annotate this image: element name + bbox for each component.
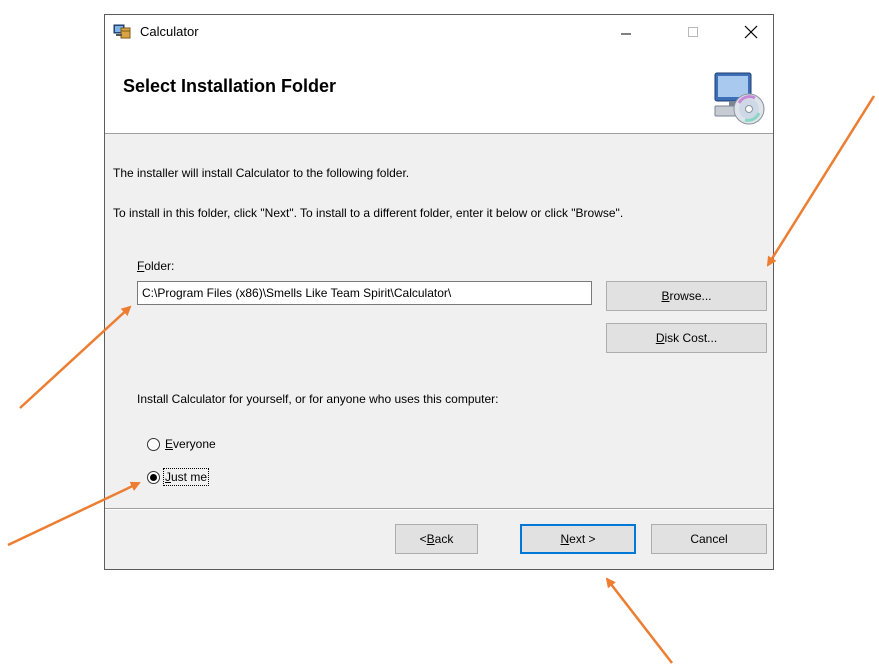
cancel-button[interactable]: Cancel [651,524,767,554]
radio-just-me[interactable]: Just me [147,468,210,486]
installer-app-icon [113,24,131,39]
installer-dialog: Calculator Select Installation Folder Th… [104,14,774,570]
disk-cost-button[interactable]: Disk Cost... [606,323,767,353]
annotation-arrow-browse [766,95,876,267]
header-band: Select Installation Folder [105,49,773,134]
back-button[interactable]: < Back [395,524,478,554]
page-title: Select Installation Folder [123,76,337,96]
radio-label-just-me[interactable]: Just me [162,468,210,486]
minimize-icon [621,33,631,35]
close-icon [744,25,758,39]
window-title: Calculator [140,24,199,39]
install-instructions: To install in this folder, click "Next".… [113,206,624,220]
radio-everyone[interactable]: Everyone [147,437,216,451]
radio-button-just-me[interactable] [147,470,160,484]
computer-cd-icon [714,72,765,125]
install-for-question: Install Calculator for yourself, or for … [137,392,499,406]
radio-button-everyone[interactable] [147,437,160,451]
maximize-icon [688,27,698,37]
close-button[interactable] [728,15,774,49]
next-button[interactable]: Next > [520,524,636,554]
footer-divider [105,508,773,510]
install-description: The installer will install Calculator to… [113,166,410,180]
browse-button[interactable]: Browse... [606,281,767,311]
annotation-arrow-next [605,577,673,664]
folder-path-input[interactable] [137,281,592,305]
folder-label: Folder: [137,259,175,273]
maximize-button[interactable] [670,15,716,49]
title-bar[interactable]: Calculator [105,15,773,49]
radio-label-everyone[interactable]: Everyone [165,437,216,451]
minimize-button[interactable] [603,15,649,49]
